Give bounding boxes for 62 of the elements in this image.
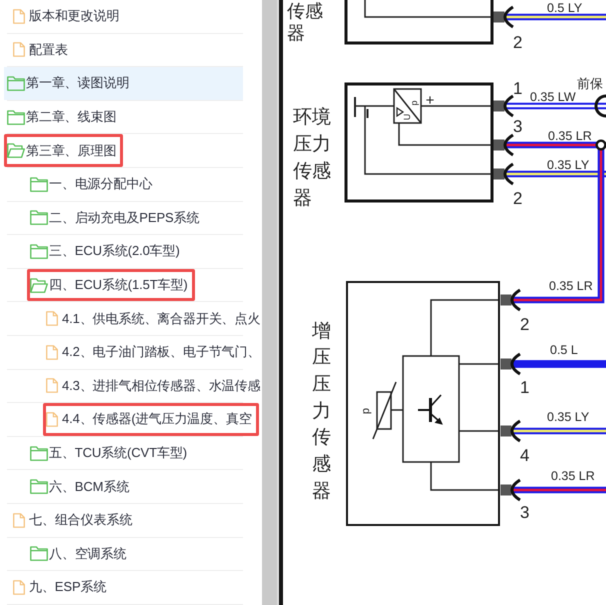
tree-item[interactable]: 第三章、原理图 <box>4 134 243 167</box>
sensor-name: 增压压力传感器 <box>312 320 331 504</box>
wire-label: 0.35 LR <box>551 469 595 483</box>
wire-label: 0.35 LR <box>548 129 592 143</box>
wire-label: 0.5 L <box>550 343 578 357</box>
transistor-icon <box>418 394 443 425</box>
wire-label: 0.35 LY <box>547 158 590 172</box>
pin-number: 3 <box>520 503 530 522</box>
tree-item[interactable]: 4.1、供电系统、离合器开关、点火 <box>4 302 268 335</box>
file-icon <box>13 8 25 24</box>
tree-item[interactable]: 六、BCM系统 <box>4 470 243 503</box>
tree-item[interactable]: 第一章、读图说明 <box>4 67 243 100</box>
sensor-name: 传感器 <box>287 0 323 44</box>
pin-number: 1 <box>520 378 530 397</box>
terminal-icon <box>494 134 514 156</box>
scrollbar[interactable] <box>262 0 277 605</box>
tree-item[interactable]: 五、TCU系统(CVT车型) <box>4 436 243 470</box>
pin-number: 4 <box>520 446 530 465</box>
tree-item[interactable]: 4.4、传感器(进气压力温度、真空 <box>4 403 259 436</box>
tree-item[interactable]: 七、组合仪表系统 <box>4 504 243 536</box>
tree-item[interactable]: 4.2、电子油门踏板、电子节气门、 <box>4 336 268 369</box>
tree-item[interactable]: 一、电源分配中心 <box>4 168 243 201</box>
pin-number: 1 <box>513 79 522 98</box>
file-icon <box>46 344 58 360</box>
tree-item[interactable]: 二、启动充电及PEPS系统 <box>4 202 243 234</box>
tree-item[interactable]: 三、ECU系统(2.0车型) <box>4 235 243 268</box>
tree-item[interactable]: 八、空调系统 <box>4 538 243 570</box>
tree-item[interactable]: 第二章、线束图 <box>4 100 243 134</box>
file-icon <box>46 311 58 326</box>
sensor-name: 环境压力传感器 <box>293 106 331 210</box>
wire-label: 0.35 LR <box>549 279 593 293</box>
tree-item[interactable]: 九、ESP系统 <box>4 571 243 604</box>
terminal-icon <box>500 420 521 442</box>
symbol-letter: p <box>409 100 420 106</box>
converter-icon <box>393 88 422 124</box>
variable-resistor-icon <box>372 382 397 440</box>
terminal-icon <box>494 162 514 186</box>
tree-item[interactable]: 四、ECU系统(1.5T车型) <box>4 268 243 302</box>
wire-label: 0.5 LY <box>547 1 582 15</box>
terminal-icon <box>500 288 521 312</box>
pin-number: 3 <box>513 117 522 136</box>
tree-item[interactable]: 配置表 <box>4 34 243 66</box>
tree-item[interactable]: 4.3、进排气相位传感器、水温传感 <box>4 370 268 402</box>
file-icon <box>13 512 25 528</box>
pin-number: 2 <box>513 189 522 208</box>
terminal-icon <box>500 478 521 502</box>
file-icon <box>13 42 25 58</box>
polarity-sign: + <box>426 92 434 109</box>
file-icon <box>46 412 58 427</box>
destination-label: 前保 <box>577 76 603 91</box>
symbol-letter: U <box>402 114 412 120</box>
wire-label: 0.35 LW <box>530 90 576 104</box>
pin-number: 2 <box>520 315 530 334</box>
file-icon <box>13 580 25 595</box>
terminal-icon <box>494 94 514 118</box>
symbol-letter: p <box>360 408 372 414</box>
file-icon <box>46 378 58 394</box>
terminal-icon <box>494 6 514 28</box>
wire-label: 0.35 LY <box>547 410 590 424</box>
tree-item[interactable]: 版本和更改说明 <box>4 0 243 33</box>
pin-number: 2 <box>513 33 522 52</box>
terminal-icon <box>500 352 521 376</box>
